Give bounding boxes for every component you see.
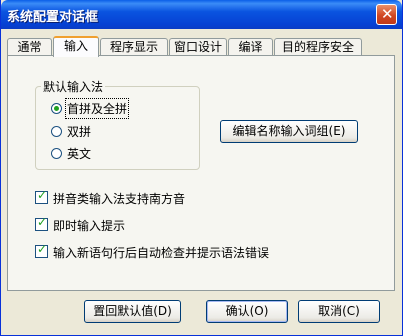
radio-option-double-pinyin[interactable]	[51, 126, 62, 137]
radio-option-full-pinyin[interactable]	[51, 103, 62, 114]
checkbox-label-instant-hint[interactable]: 即时输入提示	[53, 217, 125, 234]
tab-general[interactable]: 通常	[7, 38, 52, 56]
input-method-group-label: 默认输入法	[41, 78, 106, 95]
reset-defaults-button[interactable]: 置回默认值(D)	[84, 300, 181, 323]
checkbox-syntax-check[interactable]: ✓	[35, 242, 48, 258]
dialog-window: 系统配置对话框 ✕ 通常 输入 程序显示 窗口设计 编译 目的程序安全 默认输入…	[0, 0, 403, 336]
check-mark-icon: ✓	[37, 215, 48, 229]
tab-compile[interactable]: 编译	[228, 38, 273, 56]
check-mark-icon: ✓	[37, 188, 48, 202]
radio-option-english[interactable]	[51, 148, 62, 159]
close-icon: ✕	[381, 5, 394, 23]
radio-dot-icon	[54, 106, 59, 111]
title-bar[interactable]: 系统配置对话框 ✕	[1, 0, 402, 29]
checkbox-instant-hint[interactable]: ✓	[35, 215, 48, 231]
tab-input[interactable]: 输入	[53, 36, 99, 57]
checkbox-label-syntax-check[interactable]: 输入新语句行后自动检查并提示语法错误	[53, 244, 269, 261]
ok-button[interactable]: 确认(O)	[206, 300, 288, 323]
tab-program-display[interactable]: 程序显示	[100, 38, 168, 56]
cancel-button[interactable]: 取消(C)	[298, 300, 380, 323]
window-title: 系统配置对话框	[7, 10, 99, 25]
check-mark-icon: ✓	[37, 242, 48, 256]
tab-window-design[interactable]: 窗口设计	[169, 38, 227, 56]
radio-label-english[interactable]: 英文	[67, 145, 91, 162]
edit-phrase-button[interactable]: 编辑名称输入词组(E)	[220, 120, 358, 143]
checkbox-southern-accent[interactable]: ✓	[35, 188, 48, 204]
tab-target-security[interactable]: 目的程序安全	[274, 38, 362, 56]
radio-label-full-pinyin[interactable]: 首拼及全拼	[64, 98, 130, 119]
radio-label-double-pinyin[interactable]: 双拼	[67, 123, 91, 140]
checkbox-label-southern-accent[interactable]: 拼音类输入法支持南方音	[53, 190, 185, 207]
close-button[interactable]: ✕	[376, 4, 397, 25]
